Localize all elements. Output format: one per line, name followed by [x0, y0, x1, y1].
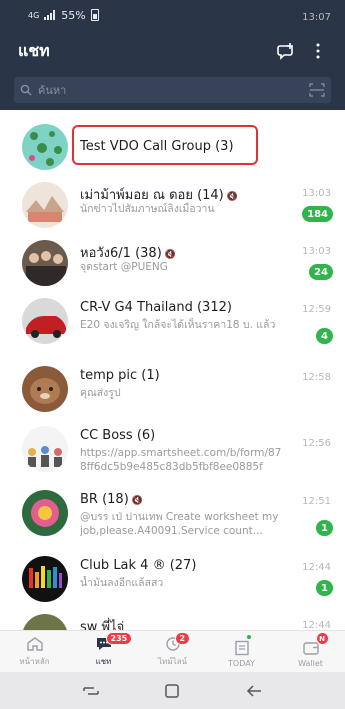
- mute-icon: 🔇: [164, 250, 176, 260]
- avatar: [22, 426, 68, 472]
- search-area: [0, 72, 345, 110]
- avatar: [22, 298, 68, 344]
- system-nav-bar: [0, 672, 345, 709]
- tab-label: หน้าหลัก: [19, 657, 50, 666]
- avatar: [22, 614, 68, 630]
- chat-preview: https://app.smartsheet.com/b/form/878ff6…: [80, 447, 282, 473]
- app-header: แชท: [0, 30, 345, 72]
- status-time: 13:07: [302, 12, 331, 23]
- unread-badge: 1: [316, 580, 333, 596]
- chat-time: 12:51: [302, 496, 331, 507]
- network-label: 4G: [28, 10, 40, 20]
- chat-time: 12:58: [302, 372, 331, 383]
- chat-preview: E20 จงเจริญ ใกล้จะได้เห็นราคา18 บ. แล้ว: [80, 319, 276, 331]
- news-icon: [234, 640, 249, 656]
- back-arrow-icon[interactable]: [241, 678, 267, 704]
- chat-name: BR (18) 🔇: [80, 492, 143, 507]
- highlight-box: [72, 125, 258, 165]
- unread-badge: 184: [302, 206, 333, 222]
- tab-wallet[interactable]: N Wallet: [276, 631, 345, 672]
- page-title: แชท: [18, 40, 50, 60]
- home-button-icon[interactable]: [159, 678, 185, 704]
- avatar: [22, 556, 68, 602]
- chat-preview: @บรร เป่ ปานเทพ Create worksheet my job,…: [80, 511, 279, 537]
- chat-row-test-vdo-call-group[interactable]: Test VDO Call Group (3): [0, 118, 345, 176]
- chat-row[interactable]: temp pic (1) คุณส่งรูป 12:58: [0, 360, 345, 418]
- unread-badge: 24: [309, 264, 333, 280]
- chat-row[interactable]: sw พี่ไจ่ 12:44: [0, 608, 345, 630]
- tab-timeline[interactable]: 2 ไทม์ไลน์: [138, 631, 207, 672]
- avatar: [22, 182, 68, 228]
- status-bar: 13:07 4G 55%: [0, 0, 345, 30]
- chat-name: temp pic (1): [80, 368, 160, 383]
- chat-name: Club Lak 4 ® (27): [80, 558, 197, 573]
- avatar: [22, 366, 68, 412]
- bottom-tab-bar: หน้าหลัก 235 แชท 2 ไทม์ไลน์ TODAY N Wall…: [0, 630, 345, 672]
- chat-name: CC Boss (6): [80, 428, 156, 443]
- chat-time: 13:03: [302, 188, 331, 199]
- chat-time: 12:59: [302, 304, 331, 315]
- tab-home[interactable]: หน้าหลัก: [0, 631, 69, 672]
- chat-row[interactable]: BR (18) 🔇 @บรร เป่ ปานเทพ Create workshee…: [0, 484, 345, 548]
- tab-label: TODAY: [228, 659, 255, 668]
- mute-icon: 🔇: [226, 192, 238, 202]
- avatar: [22, 124, 68, 170]
- chat-row[interactable]: เม่าม้าพ์มอย ณ ดอย (14) 🔇 นักข่าวไปสัมภาษ…: [0, 176, 345, 234]
- chat-preview: จุดstart @PUENG: [80, 261, 168, 273]
- unread-badge: 1: [316, 520, 333, 536]
- chat-time: 12:44: [302, 562, 331, 573]
- tab-badge: 2: [174, 632, 191, 645]
- tab-label: แชท: [95, 657, 112, 666]
- qr-scan-icon[interactable]: [309, 83, 325, 97]
- chat-row[interactable]: หอวัง6/1 (38) 🔇 จุดstart @PUENG 13:03 24: [0, 234, 345, 292]
- chat-name: CR-V G4 Thailand (312): [80, 300, 232, 315]
- search-bar: [14, 77, 331, 103]
- chat-name: sw พี่ไจ่: [80, 620, 125, 630]
- chat-row[interactable]: CR-V G4 Thailand (312) E20 จงเจริญ ใกล้จ…: [0, 292, 345, 356]
- wallet-icon: [302, 642, 319, 655]
- unread-badge: 4: [316, 328, 333, 344]
- battery-icon: [90, 9, 99, 21]
- chat-time: 12:56: [302, 438, 331, 449]
- signal-icon: [44, 10, 56, 20]
- tab-label: Wallet: [298, 659, 323, 668]
- chat-preview: คุณส่งรูป: [80, 387, 121, 399]
- chat-row[interactable]: CC Boss (6) https://app.smartsheet.com/b…: [0, 420, 345, 484]
- search-icon: [20, 84, 32, 96]
- chat-time: 12:44: [302, 620, 331, 630]
- home-icon: [26, 637, 43, 651]
- search-input[interactable]: [38, 83, 309, 97]
- avatar: [22, 240, 68, 286]
- chat-time: 13:03: [302, 246, 331, 257]
- recent-apps-icon[interactable]: [78, 678, 104, 704]
- battery-percent: 55%: [61, 8, 86, 22]
- tab-badge: 235: [105, 632, 133, 645]
- chat-row[interactable]: Club Lak 4 ® (27) น้ำมันลงอีกแล้สสว 12:4…: [0, 550, 345, 608]
- add-chat-icon[interactable]: [273, 38, 299, 64]
- new-dot: [246, 635, 251, 639]
- more-vertical-icon[interactable]: [305, 38, 331, 64]
- avatar: [22, 490, 68, 536]
- tab-label: ไทม์ไลน์: [158, 657, 187, 666]
- tab-today[interactable]: TODAY: [207, 631, 276, 672]
- chat-preview: นักข่าวไปสัมภาษณ์ลิงเมื่อวาน: [80, 203, 215, 215]
- chat-preview: น้ำมันลงอีกแล้สสว: [80, 577, 164, 589]
- chat-list: Test VDO Call Group (3) เม่าม้าพ์มอย ณ ด…: [0, 118, 345, 630]
- tab-chats[interactable]: 235 แชท: [69, 631, 138, 672]
- mute-icon: 🔇: [131, 496, 143, 506]
- tab-badge: N: [316, 633, 328, 644]
